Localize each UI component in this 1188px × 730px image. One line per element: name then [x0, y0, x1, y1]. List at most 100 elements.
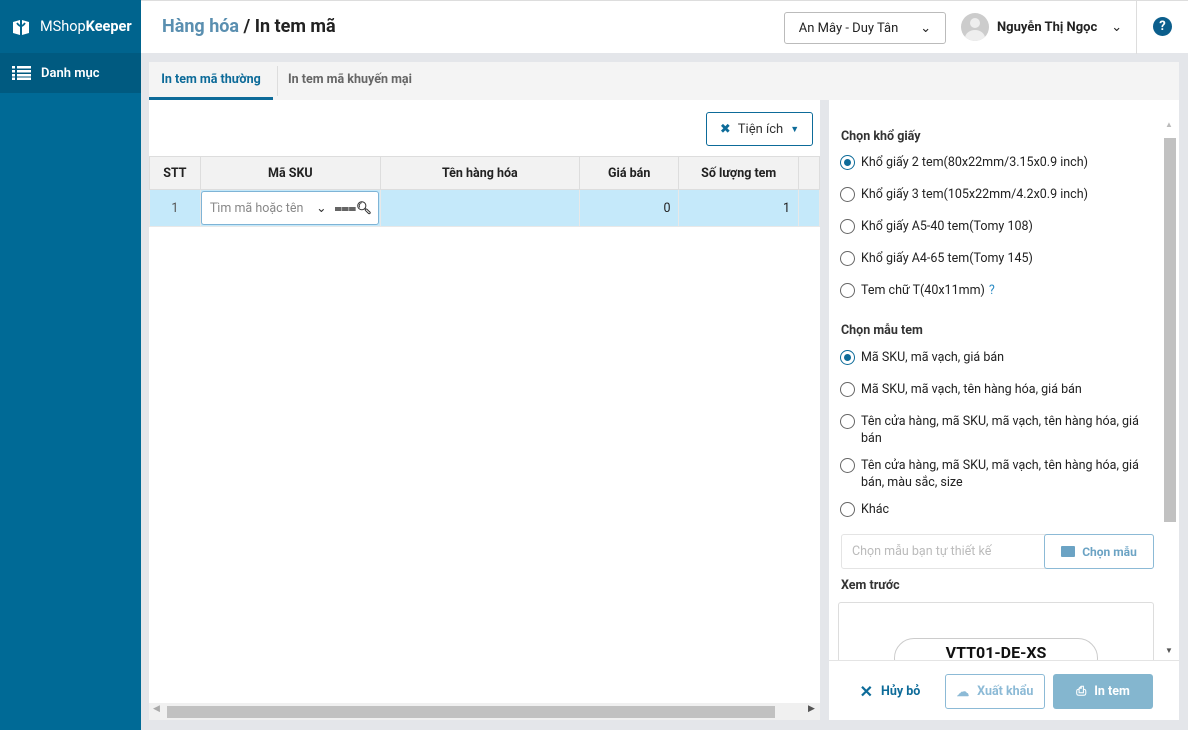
- preview-sku: VTT01-DE-XS: [894, 638, 1098, 660]
- chevron-down-icon: ⌄: [920, 20, 932, 36]
- custom-template-field: Chọn mẫu bạn tự thiết kế Chọn mẫu: [841, 534, 1154, 569]
- action-footer: ✕ Hủy bỏ ☁ Xuất khẩu ⎙ In tem: [829, 660, 1179, 720]
- sidebar-item-danh-muc[interactable]: Danh mục: [0, 53, 141, 93]
- radio-icon: [840, 219, 855, 234]
- export-button[interactable]: ☁ Xuất khẩu: [945, 674, 1045, 709]
- table-header: STT Mã SKU Tên hàng hóa Giá bán Số lượng…: [149, 156, 821, 190]
- help-link[interactable]: ?: [989, 282, 995, 299]
- list-icon: [12, 66, 31, 80]
- print-options-panel: Chọn khổ giấy Khổ giấy 2 tem(80x22mm/3.1…: [829, 100, 1179, 720]
- store-select[interactable]: An Mây - Duy Tân ⌄: [784, 12, 946, 44]
- print-button[interactable]: ⎙ In tem: [1053, 674, 1153, 709]
- close-icon: ✕: [859, 682, 874, 701]
- radio-label: Khổ giấy 3 tem(105x22mm/4.2x0.9 inch): [861, 187, 1088, 202]
- radio-label: Khổ giấy A5-40 tem(Tomy 108): [861, 219, 1033, 234]
- print-label: In tem: [1094, 684, 1130, 699]
- label-preview: VTT01-DE-XS: [838, 602, 1154, 660]
- caret-down-icon: ▼: [790, 124, 800, 135]
- tab-in-tem-ma-khuyen-mai[interactable]: In tem mã khuyến mại: [277, 66, 412, 96]
- radio-template-2[interactable]: Mã SKU, mã vạch, tên hàng hóa, giá bán: [840, 381, 1140, 398]
- radio-icon: [840, 382, 855, 397]
- vertical-scrollbar[interactable]: ▲ ▼: [1163, 120, 1176, 660]
- scrollbar-thumb[interactable]: [167, 706, 775, 718]
- tab-bar: In tem mã thường In tem mã khuyến mại: [149, 62, 1179, 100]
- col-sku: Mã SKU: [199, 156, 381, 190]
- radio-paper-tem-chu-t[interactable]: Tem chữ T(40x11mm)?: [840, 282, 1140, 299]
- radio-icon: [840, 502, 855, 517]
- radio-template-4[interactable]: Tên cửa hàng, mã SKU, mã vạch, tên hàng …: [840, 457, 1140, 491]
- breadcrumb-separator: /: [239, 16, 255, 37]
- breadcrumb-parent[interactable]: Hàng hóa: [162, 16, 239, 37]
- scroll-right-icon[interactable]: ▶: [808, 704, 815, 714]
- search-list-icon[interactable]: ⩶🔍︎: [335, 201, 372, 216]
- cell-sku: Tìm mã hoặc tên ⌄ ⩶🔍︎: [199, 189, 381, 227]
- utilities-label: Tiện ích: [737, 121, 784, 137]
- radio-label: Tên cửa hàng, mã SKU, mã vạch, tên hàng …: [861, 414, 1139, 446]
- logo-text-bold: Keeper: [85, 18, 132, 35]
- radio-template-1[interactable]: Mã SKU, mã vạch, giá bán: [840, 349, 1140, 366]
- radio-checked-icon: [840, 155, 855, 170]
- radio-template-3[interactable]: Tên cửa hàng, mã SKU, mã vạch, tên hàng …: [840, 413, 1140, 447]
- horizontal-scrollbar[interactable]: ◀ ▶: [149, 703, 820, 720]
- radio-label: Tem chữ T(40x11mm): [861, 283, 985, 298]
- cancel-label: Hủy bỏ: [881, 684, 921, 699]
- cancel-button[interactable]: ✕ Hủy bỏ: [855, 674, 925, 709]
- cell-name[interactable]: [379, 189, 580, 227]
- divider: [1136, 1, 1137, 54]
- user-menu[interactable]: Nguyễn Thị Ngọc ⌄: [961, 13, 1122, 41]
- breadcrumb: Hàng hóa / In tem mã: [162, 16, 336, 37]
- help-icon[interactable]: ?: [1153, 17, 1172, 36]
- radio-icon: [840, 414, 855, 429]
- radio-label: Mã SKU, mã vạch, tên hàng hóa, giá bán: [861, 382, 1082, 397]
- logo-text-light: MShop: [40, 18, 86, 35]
- page-title: In tem mã: [254, 16, 336, 37]
- sku-search-input[interactable]: Tìm mã hoặc tên ⌄ ⩶🔍︎: [200, 191, 379, 225]
- table-row: 1 Tìm mã hoặc tên ⌄ ⩶🔍︎ 0 1: [149, 189, 821, 227]
- preview-heading: Xem trước: [841, 578, 900, 593]
- cell-price[interactable]: 0: [578, 189, 680, 227]
- product-panel: ✖ Tiện ích ▼ STT Mã SKU Tên hàng hóa Giá…: [149, 100, 821, 720]
- col-price: Giá bán: [578, 156, 680, 190]
- col-extra: [797, 156, 821, 190]
- folder-icon: [1061, 546, 1076, 557]
- splitter[interactable]: [820, 100, 829, 720]
- choose-template-button[interactable]: Chọn mẫu: [1044, 534, 1154, 569]
- radio-paper-a4[interactable]: Khổ giấy A4-65 tem(Tomy 145): [840, 250, 1140, 267]
- radio-paper-2-tem[interactable]: Khổ giấy 2 tem(80x22mm/3.15x0.9 inch): [840, 154, 1140, 171]
- cell-stt: 1: [149, 189, 201, 227]
- radio-checked-icon: [840, 350, 855, 365]
- user-name: Nguyễn Thị Ngọc: [997, 19, 1098, 35]
- sidebar-item-label: Danh mục: [41, 65, 100, 81]
- header: Hàng hóa / In tem mã An Mây - Duy Tân ⌄ N…: [141, 0, 1188, 54]
- radio-label: Tên cửa hàng, mã SKU, mã vạch, tên hàng …: [861, 458, 1139, 490]
- custom-template-input[interactable]: Chọn mẫu bạn tự thiết kế: [852, 544, 991, 559]
- scroll-down-icon[interactable]: ▼: [1165, 646, 1173, 655]
- radio-paper-a5[interactable]: Khổ giấy A5-40 tem(Tomy 108): [840, 218, 1140, 235]
- col-name: Tên hàng hóa: [379, 156, 580, 190]
- cell-extra: [797, 189, 821, 227]
- radio-icon: [840, 251, 855, 266]
- radio-icon: [840, 283, 855, 298]
- tools-icon: ✖: [719, 121, 731, 137]
- export-label: Xuất khẩu: [977, 684, 1034, 699]
- scroll-left-icon[interactable]: ◀: [153, 704, 160, 714]
- radio-label: Khổ giấy 2 tem(80x22mm/3.15x0.9 inch): [861, 155, 1088, 170]
- printer-icon: ⎙: [1076, 684, 1087, 699]
- chevron-down-icon: ⌄: [1111, 19, 1123, 35]
- radio-paper-3-tem[interactable]: Khổ giấy 3 tem(105x22mm/4.2x0.9 inch): [840, 186, 1140, 203]
- radio-icon: [840, 458, 855, 473]
- col-stt: STT: [149, 156, 201, 190]
- radio-label: Khổ giấy A4-65 tem(Tomy 145): [861, 251, 1033, 266]
- shopping-bag-icon: [13, 19, 29, 35]
- tab-in-tem-ma-thuong[interactable]: In tem mã thường: [149, 62, 273, 100]
- radio-label: Khác: [861, 502, 890, 517]
- radio-template-other[interactable]: Khác: [840, 501, 1140, 518]
- col-qty: Số lượng tem: [678, 156, 799, 190]
- cell-qty[interactable]: 1: [678, 189, 799, 227]
- sku-placeholder: Tìm mã hoặc tên: [209, 200, 304, 216]
- logo[interactable]: MShop Keeper: [0, 0, 141, 53]
- scrollbar-thumb[interactable]: [1164, 138, 1176, 522]
- utilities-button[interactable]: ✖ Tiện ích ▼: [706, 112, 813, 146]
- chevron-down-icon[interactable]: ⌄: [316, 200, 326, 216]
- scroll-up-icon[interactable]: ▲: [1165, 120, 1173, 129]
